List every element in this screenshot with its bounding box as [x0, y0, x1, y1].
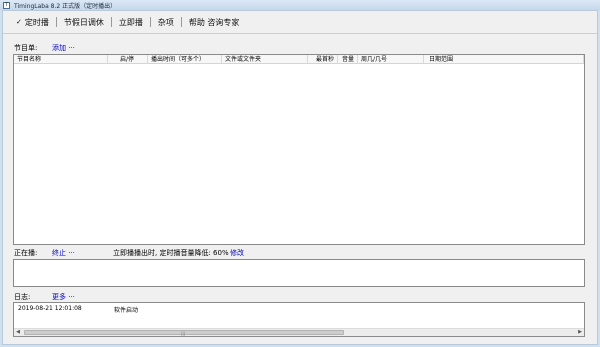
- volume-info: 立即播播出时, 定时播音量降低: 60%: [113, 249, 229, 257]
- column-header[interactable]: 启/停: [108, 55, 148, 64]
- menu-instant-play[interactable]: 立即播: [114, 15, 148, 29]
- column-header[interactable]: 音量: [338, 55, 358, 64]
- window-title: TimingLaba 8.2 正式版（定时播出）: [14, 2, 117, 10]
- menu-separator: [180, 17, 182, 27]
- stop-link[interactable]: 终止 ···: [52, 248, 75, 258]
- menu-separator: [149, 17, 151, 27]
- scroll-left-icon[interactable]: ◀: [14, 329, 22, 336]
- column-header[interactable]: 日期范围: [424, 55, 584, 64]
- menu-separator: [55, 17, 57, 27]
- column-header[interactable]: 最首秒: [308, 55, 338, 64]
- menu-help[interactable]: 帮助 咨询专家: [184, 15, 245, 29]
- scroll-right-icon[interactable]: ▶: [576, 329, 584, 336]
- menu-bar: ✓ 定时播 节假日调休 立即播 杂项 帮助 咨询专家: [11, 15, 244, 29]
- more-log-link[interactable]: 更多 ···: [52, 292, 75, 302]
- program-list-header: 节目名称 启/停 播出时间（可多个） 文件或文件夹 最首秒 音量 周几/几号 日…: [14, 55, 584, 64]
- menu-label: 节假日调休: [63, 17, 104, 27]
- menu-label: 定时播: [24, 17, 49, 27]
- menu-divider: [3, 33, 597, 34]
- menu-separator: [110, 17, 112, 27]
- program-list-label: 节目单:: [14, 44, 38, 52]
- add-program-link[interactable]: 添加 ···: [52, 43, 75, 53]
- column-header[interactable]: 播出时间（可多个）: [148, 55, 222, 64]
- log-label: 日志:: [14, 293, 31, 301]
- log-entry: 2019-08-21 12:01:08 软件启动: [18, 305, 138, 314]
- log-box[interactable]: 2019-08-21 12:01:08 软件启动 ◀ ||| ▶: [13, 302, 585, 337]
- now-playing-label: 正在播:: [14, 249, 38, 257]
- grip-icon: |||: [181, 331, 186, 336]
- column-header[interactable]: 周几/几号: [358, 55, 424, 64]
- scrollbar-thumb[interactable]: |||: [24, 330, 344, 336]
- title-bar: T TimingLaba 8.2 正式版（定时播出）: [0, 0, 600, 10]
- app-icon: T: [3, 1, 10, 9]
- now-playing-box: [13, 259, 585, 287]
- menu-label: 立即播: [118, 17, 143, 27]
- check-icon: ✓: [16, 18, 22, 26]
- modify-link[interactable]: 修改: [230, 248, 244, 258]
- log-time: 2019-08-21 12:01:08: [18, 305, 82, 312]
- menu-label: 杂项: [157, 17, 174, 27]
- program-list[interactable]: 节目名称 启/停 播出时间（可多个） 文件或文件夹 最首秒 音量 周几/几号 日…: [13, 54, 585, 245]
- menu-misc[interactable]: 杂项: [153, 15, 179, 29]
- menu-label: 帮助 咨询专家: [188, 17, 240, 27]
- log-message: 软件启动: [114, 307, 139, 314]
- main-window: ✓ 定时播 节假日调休 立即播 杂项 帮助 咨询专家 节目单: 添加 ··· 节…: [2, 10, 598, 345]
- column-header[interactable]: 节目名称: [14, 55, 108, 64]
- horizontal-scrollbar[interactable]: ◀ ||| ▶: [14, 328, 584, 336]
- menu-scheduled-play[interactable]: ✓ 定时播: [11, 15, 54, 29]
- column-header[interactable]: 文件或文件夹: [222, 55, 308, 64]
- menu-holiday[interactable]: 节假日调休: [59, 15, 109, 29]
